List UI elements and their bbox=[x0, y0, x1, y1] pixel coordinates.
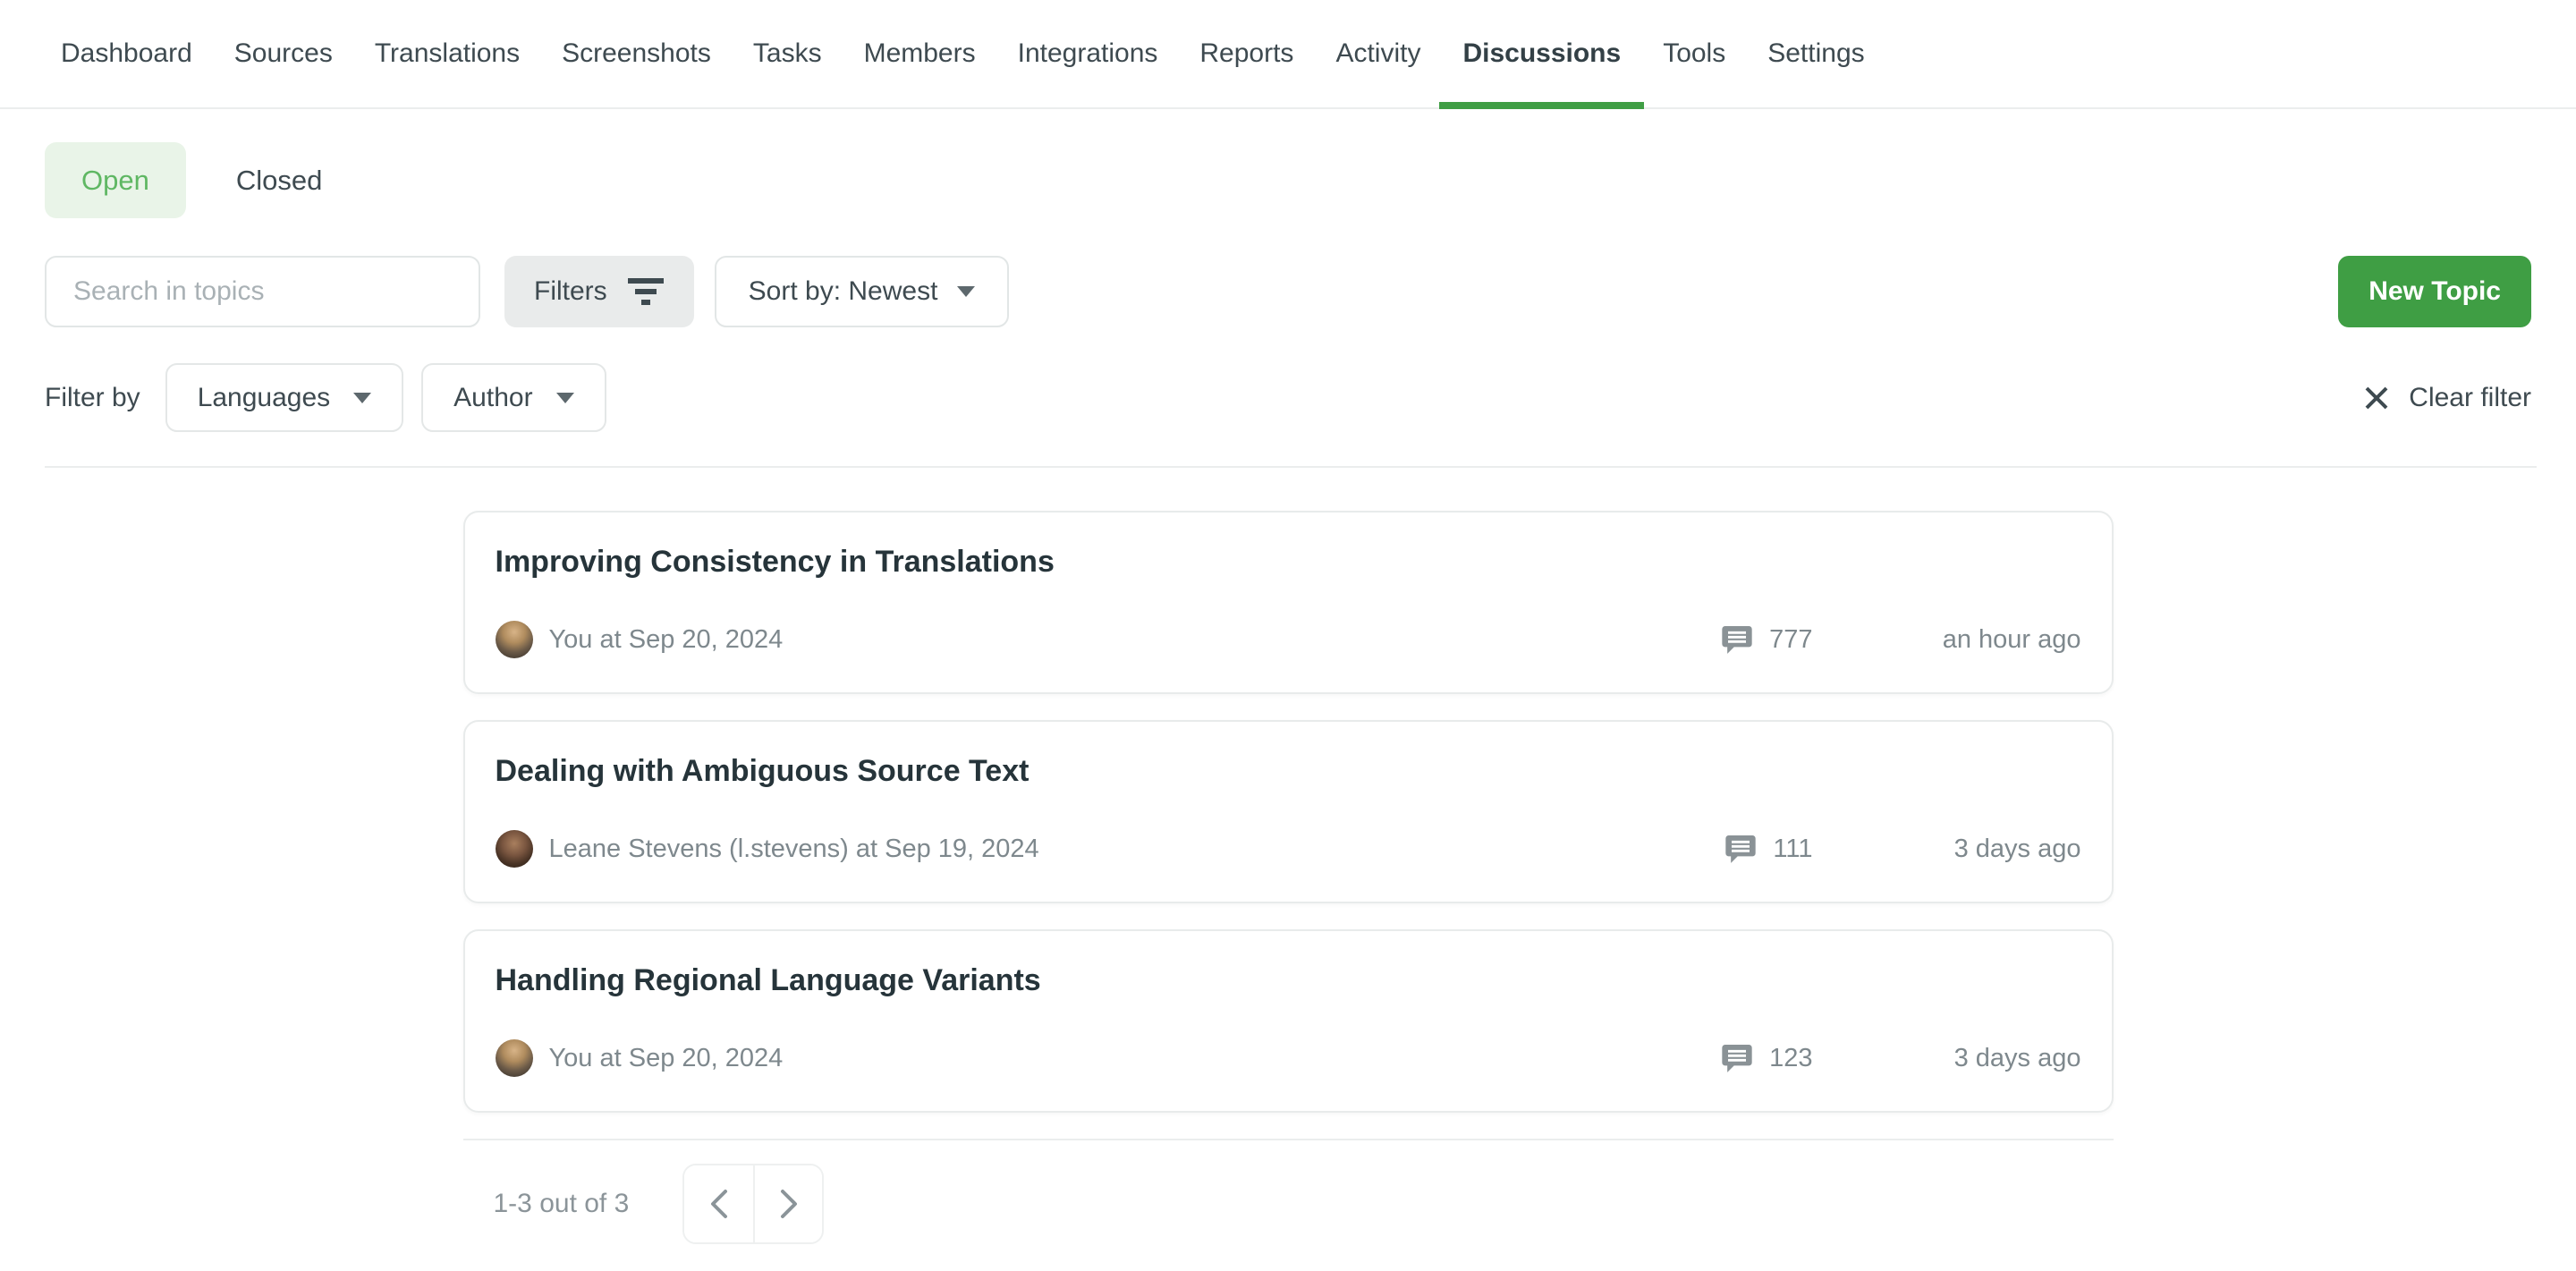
discussion-card[interactable]: Improving Consistency in Translations Yo… bbox=[463, 511, 2114, 694]
search-input[interactable] bbox=[45, 256, 480, 327]
discussion-author-line: You at Sep 20, 2024 bbox=[549, 625, 784, 655]
nav-item-tools[interactable]: Tools bbox=[1663, 0, 1725, 107]
primary-nav: Dashboard Sources Translations Screensho… bbox=[0, 0, 2576, 109]
nav-item-label: Tools bbox=[1663, 38, 1725, 69]
nav-item-tasks[interactable]: Tasks bbox=[753, 0, 822, 107]
discussion-author-line: Leane Stevens (l.stevens) at Sep 19, 202… bbox=[549, 835, 1039, 864]
filter-bar: Filter by Languages Author Clear filter bbox=[45, 363, 2531, 432]
clear-filter-button[interactable]: Clear filter bbox=[2362, 383, 2531, 413]
discussion-meta-right: 777 an hour ago bbox=[1719, 622, 2080, 657]
nav-item-reports[interactable]: Reports bbox=[1199, 0, 1293, 107]
nav-item-label: Sources bbox=[234, 38, 333, 69]
discussion-card[interactable]: Dealing with Ambiguous Source Text Leane… bbox=[463, 720, 2114, 903]
avatar bbox=[496, 621, 533, 658]
tab-open[interactable]: Open bbox=[45, 142, 186, 218]
discussion-cards: Improving Consistency in Translations Yo… bbox=[463, 511, 2114, 1113]
previous-page-button[interactable] bbox=[684, 1165, 753, 1242]
discussion-title[interactable]: Dealing with Ambiguous Source Text bbox=[496, 754, 2081, 789]
nav-item-screenshots[interactable]: Screenshots bbox=[562, 0, 711, 107]
nav-item-label: Discussions bbox=[1462, 38, 1621, 69]
nav-item-label: Screenshots bbox=[562, 38, 711, 69]
discussion-meta: You at Sep 20, 2024 777 an hour ago bbox=[496, 621, 2081, 658]
nav-item-activity[interactable]: Activity bbox=[1335, 0, 1420, 107]
nav-item-dashboard[interactable]: Dashboard bbox=[61, 0, 192, 107]
pager-buttons bbox=[682, 1164, 824, 1244]
comment-bubble-icon bbox=[1719, 1040, 1755, 1076]
languages-dropdown-label: Languages bbox=[198, 383, 330, 413]
comment-count: 777 bbox=[1769, 625, 1812, 655]
comment-bubble-icon bbox=[1723, 831, 1758, 867]
toolbar: Filters Sort by: Newest New Topic bbox=[45, 256, 2531, 327]
nav-item-label: Integrations bbox=[1018, 38, 1158, 69]
discussion-timestamp: 3 days ago bbox=[1920, 835, 2081, 864]
filters-button[interactable]: Filters bbox=[504, 256, 694, 327]
nav-item-members[interactable]: Members bbox=[864, 0, 976, 107]
nav-item-sources[interactable]: Sources bbox=[234, 0, 333, 107]
nav-item-label: Settings bbox=[1767, 38, 1864, 69]
sort-by-dropdown[interactable]: Sort by: Newest bbox=[715, 256, 1010, 327]
tab-closed[interactable]: Closed bbox=[236, 165, 323, 197]
avatar bbox=[496, 830, 533, 868]
discussion-meta: You at Sep 20, 2024 123 3 days ago bbox=[496, 1039, 2081, 1077]
discussion-author-line: You at Sep 20, 2024 bbox=[549, 1044, 784, 1073]
nav-item-label: Dashboard bbox=[61, 38, 192, 69]
clear-filter-label: Clear filter bbox=[2409, 383, 2531, 413]
status-tabs: Open Closed bbox=[45, 142, 2576, 218]
nav-item-label: Reports bbox=[1199, 38, 1293, 69]
pagination-summary: 1-3 out of 3 bbox=[494, 1189, 630, 1219]
chevron-down-icon bbox=[556, 393, 574, 403]
discussion-timestamp: an hour ago bbox=[1920, 625, 2081, 655]
discussion-meta: Leane Stevens (l.stevens) at Sep 19, 202… bbox=[496, 830, 2081, 868]
author-dropdown-label: Author bbox=[453, 383, 532, 413]
nav-item-translations[interactable]: Translations bbox=[375, 0, 520, 107]
languages-dropdown[interactable]: Languages bbox=[165, 363, 403, 432]
new-topic-label: New Topic bbox=[2368, 276, 2501, 307]
author-dropdown[interactable]: Author bbox=[421, 363, 606, 432]
filter-by-label: Filter by bbox=[45, 383, 140, 413]
avatar bbox=[496, 1039, 533, 1077]
discussion-meta-right: 111 3 days ago bbox=[1723, 831, 2080, 867]
comment-count: 111 bbox=[1773, 835, 1812, 864]
discussion-list: Improving Consistency in Translations Yo… bbox=[463, 511, 2114, 1271]
nav-item-label: Activity bbox=[1335, 38, 1420, 69]
tab-closed-label: Closed bbox=[236, 165, 323, 196]
discussion-timestamp: 3 days ago bbox=[1920, 1044, 2081, 1073]
tab-open-label: Open bbox=[81, 165, 149, 197]
discussion-card[interactable]: Handling Regional Language Variants You … bbox=[463, 929, 2114, 1113]
nav-item-label: Translations bbox=[375, 38, 520, 69]
chevron-down-icon bbox=[353, 393, 371, 403]
nav-item-integrations[interactable]: Integrations bbox=[1018, 0, 1158, 107]
nav-item-settings[interactable]: Settings bbox=[1767, 0, 1864, 107]
chevron-left-icon bbox=[708, 1187, 731, 1221]
sort-by-label: Sort by: Newest bbox=[749, 276, 938, 307]
section-divider bbox=[45, 466, 2537, 468]
nav-item-label: Tasks bbox=[753, 38, 822, 69]
discussion-meta-right: 123 3 days ago bbox=[1719, 1040, 2080, 1076]
filter-lines-icon bbox=[627, 274, 665, 309]
pagination: 1-3 out of 3 bbox=[463, 1139, 2114, 1271]
comment-bubble-icon bbox=[1719, 622, 1755, 657]
next-page-button[interactable] bbox=[753, 1165, 822, 1242]
discussion-title[interactable]: Improving Consistency in Translations bbox=[496, 545, 2081, 580]
chevron-down-icon bbox=[957, 286, 975, 297]
new-topic-button[interactable]: New Topic bbox=[2338, 256, 2531, 327]
nav-item-discussions[interactable]: Discussions bbox=[1462, 0, 1621, 107]
close-icon bbox=[2362, 384, 2391, 412]
filters-button-label: Filters bbox=[534, 276, 607, 307]
comment-count: 123 bbox=[1769, 1044, 1812, 1073]
nav-item-label: Members bbox=[864, 38, 976, 69]
chevron-right-icon bbox=[777, 1187, 801, 1221]
discussion-title[interactable]: Handling Regional Language Variants bbox=[496, 963, 2081, 998]
